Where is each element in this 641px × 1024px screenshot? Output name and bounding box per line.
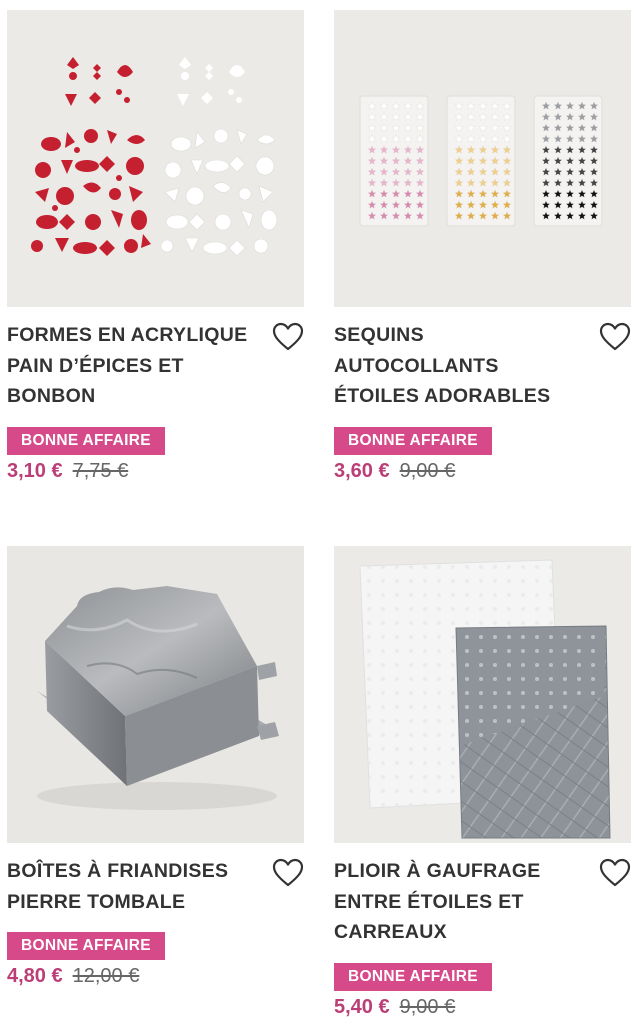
product-card[interactable]: PLIOIR À GAUFRAGE ENTRE ÉTOILES ET CARRE… [334, 546, 631, 1020]
product-image-tombstone-boxes[interactable] [7, 546, 304, 843]
product-title[interactable]: PLIOIR À GAUFRAGE ENTRE ÉTOILES ET CARRE… [334, 856, 581, 948]
heart-outline-icon[interactable] [272, 322, 304, 352]
original-price: 7,75 € [72, 459, 129, 482]
price-block: 3,60 € 9,00 € [334, 458, 631, 484]
heart-outline-icon[interactable] [272, 858, 304, 888]
sale-badge: BONNE AFFAIRE [334, 426, 492, 455]
sale-badge: BONNE AFFAIRE [334, 962, 492, 991]
sale-price: 3,10 € [7, 459, 63, 482]
product-title[interactable]: SEQUINS AUTOCOLLANTS ÉTOILES ADORABLES [334, 320, 581, 412]
sale-price: 3,60 € [334, 459, 390, 482]
product-image-star-sequins[interactable] [334, 10, 631, 307]
sale-badge: BONNE AFFAIRE [7, 932, 165, 960]
original-price: 9,00 € [399, 459, 456, 482]
price-block: 3,10 € 7,75 € [7, 458, 304, 484]
product-title[interactable]: FORMES EN ACRYLIQUE PAIN D’ÉPICES ET BON… [7, 320, 254, 412]
product-card[interactable]: FORMES EN ACRYLIQUE PAIN D’ÉPICES ET BON… [7, 10, 304, 484]
product-card[interactable]: BOÎTES À FRIANDISES PIERRE TOMBALE BONNE… [7, 546, 304, 989]
heart-outline-icon[interactable] [599, 322, 631, 352]
sale-price: 4,80 € [7, 965, 63, 987]
product-image-embossing-folder[interactable] [334, 546, 631, 843]
product-title[interactable]: BOÎTES À FRIANDISES PIERRE TOMBALE [7, 856, 254, 917]
product-image-acrylic-shapes[interactable] [7, 10, 304, 307]
price-block: 5,40 € 9,00 € [334, 994, 631, 1020]
original-price: 9,00 € [399, 995, 456, 1018]
sale-price: 5,40 € [334, 995, 390, 1018]
sale-badge: BONNE AFFAIRE [7, 426, 165, 455]
price-block: 4,80 € 12,00 € [7, 963, 304, 989]
original-price: 12,00 € [72, 965, 140, 987]
product-card[interactable]: SEQUINS AUTOCOLLANTS ÉTOILES ADORABLES B… [334, 10, 631, 484]
heart-outline-icon[interactable] [599, 858, 631, 888]
